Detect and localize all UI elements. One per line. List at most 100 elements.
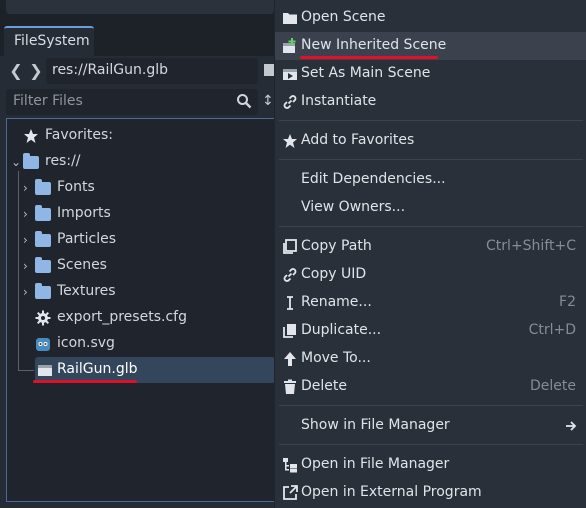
file-label: export_presets.cfg	[57, 309, 187, 325]
menu-item-set-as-main-scene[interactable]: Set As Main Scene	[275, 60, 586, 88]
star-icon	[283, 134, 297, 148]
menu-item-show-in-file-manager[interactable]: Show in File Manager	[275, 412, 586, 440]
gear-icon	[35, 310, 51, 326]
tab-filesystem[interactable]: FileSystem	[4, 26, 94, 56]
back-arrow-icon[interactable]: ❮	[8, 61, 24, 81]
play-scene-icon	[283, 69, 297, 80]
path-row: ❮ ❯ res://RailGun.glb	[0, 56, 274, 86]
trash-icon	[284, 379, 296, 394]
menu-item-label: Delete	[301, 378, 347, 394]
file-label: icon.svg	[57, 335, 115, 351]
tree-row-favorites[interactable]: Favorites:	[7, 123, 275, 149]
menu-item-label: Edit Dependencies...	[301, 171, 446, 187]
folder-shape	[35, 257, 51, 273]
menu-item-edit-dependencies[interactable]: Edit Dependencies...	[275, 166, 586, 194]
sort-icon[interactable]: ↕	[262, 91, 274, 111]
chevron-right-icon[interactable]: ›	[23, 206, 35, 222]
menu-separator	[279, 120, 583, 121]
menu-item-copy-path[interactable]: Copy Path Ctrl+Shift+C	[275, 233, 586, 261]
menu-item-label: Set As Main Scene	[301, 65, 431, 81]
split-mode-icon[interactable]	[264, 64, 274, 76]
file-tree: Favorites: ⌄ res:// › Fonts › Imports › …	[6, 118, 275, 502]
folder-shape	[35, 283, 51, 299]
menu-item-label: Open Scene	[301, 9, 386, 25]
scene-file-icon	[38, 365, 52, 376]
menu-item-label: Add to Favorites	[301, 132, 415, 148]
menu-separator	[279, 159, 583, 160]
menu-item-view-owners[interactable]: View Owners...	[275, 194, 586, 222]
menu-item-instantiate[interactable]: Instantiate	[275, 88, 586, 116]
new-inherited-scene-icon	[283, 38, 296, 53]
menu-item-shortcut: Ctrl+D	[528, 322, 576, 338]
filesystem-icon	[283, 458, 297, 473]
link-icon	[283, 95, 297, 109]
tree-row-folder[interactable]: › Scenes	[7, 253, 275, 279]
file-label: RailGun.glb	[57, 361, 138, 377]
folder-shape	[35, 205, 51, 221]
menu-item-open-in-file-manager[interactable]: Open in File Manager	[275, 451, 586, 479]
chevron-right-icon[interactable]: ›	[23, 258, 35, 274]
rename-icon	[287, 296, 293, 310]
godot-editor: FileSystem ❮ ❯ res://RailGun.glb Filter …	[0, 0, 586, 508]
menu-item-move-to[interactable]: Move To...	[275, 345, 586, 373]
filter-files-input[interactable]: Filter Files	[6, 89, 258, 115]
folder-icon	[35, 257, 51, 274]
folder-shape	[35, 231, 51, 247]
tree-row-folder[interactable]: › Fonts	[7, 175, 275, 201]
menu-item-label: Duplicate...	[301, 322, 382, 338]
tree-row-folder[interactable]: › Particles	[7, 227, 275, 253]
tree-row-root[interactable]: ⌄ res://	[7, 149, 275, 175]
dock-tab-bar: FileSystem	[0, 22, 274, 56]
chevron-right-icon[interactable]: ›	[23, 180, 35, 196]
menu-item-open-in-external-program[interactable]: Open in External Program	[275, 479, 586, 507]
link-icon	[283, 268, 297, 282]
folder-shape	[35, 179, 51, 195]
tree-row-file[interactable]: export_presets.cfg	[7, 305, 275, 331]
menu-item-shortcut: Ctrl+Shift+C	[486, 238, 576, 254]
folder-shape	[23, 153, 39, 169]
menu-item-label: Move To...	[301, 350, 371, 366]
folder-label: Imports	[57, 205, 111, 221]
menu-item-rename[interactable]: Rename... F2	[275, 289, 586, 317]
path-field[interactable]: res://RailGun.glb	[46, 58, 258, 84]
menu-item-delete[interactable]: Delete Delete	[275, 373, 586, 401]
search-icon	[237, 94, 252, 109]
menu-item-label: Copy Path	[301, 238, 372, 254]
menu-item-copy-uid[interactable]: Copy UID	[275, 261, 586, 289]
menu-item-label: Instantiate	[301, 93, 377, 109]
chevron-right-icon[interactable]: ›	[23, 232, 35, 248]
submenu-arrow-icon	[566, 421, 577, 431]
menu-item-label: Copy UID	[301, 266, 367, 282]
forward-arrow-icon[interactable]: ❯	[28, 61, 44, 81]
folder-icon	[23, 153, 39, 170]
tree-row-folder[interactable]: › Textures	[7, 279, 275, 305]
duplicate-icon	[283, 324, 296, 338]
open-scene-icon	[283, 13, 297, 24]
menu-item-open-scene[interactable]: Open Scene	[275, 4, 586, 32]
menu-separator	[279, 226, 583, 227]
tree-guide-branch	[18, 370, 34, 371]
menu-item-label: Open in File Manager	[301, 456, 450, 472]
menu-item-duplicate[interactable]: Duplicate... Ctrl+D	[275, 317, 586, 345]
favorites-label: Favorites:	[45, 127, 113, 143]
menu-item-label: New Inherited Scene	[301, 37, 447, 53]
filesystem-dock: FileSystem ❮ ❯ res://RailGun.glb Filter …	[0, 0, 275, 508]
star-icon	[24, 129, 38, 143]
external-link-icon	[283, 485, 298, 500]
annotation-underline	[300, 56, 438, 59]
menu-item-add-to-favorites[interactable]: Add to Favorites	[275, 127, 586, 155]
menu-item-label: View Owners...	[301, 199, 406, 215]
folder-label: Fonts	[57, 179, 95, 195]
tree-row-folder[interactable]: › Imports	[7, 201, 275, 227]
folder-icon	[35, 205, 51, 222]
folder-icon	[35, 283, 51, 300]
tree-row-file[interactable]: icon.svg	[7, 331, 275, 357]
menu-item-shortcut: F2	[559, 294, 576, 310]
copy-icon	[283, 239, 297, 254]
menu-item-label: Show in File Manager	[301, 417, 450, 433]
chevron-right-icon[interactable]: ›	[23, 284, 35, 300]
dock-top-strip	[0, 0, 274, 22]
folder-label: Particles	[57, 231, 117, 247]
chevron-down-icon[interactable]: ⌄	[11, 154, 23, 170]
menu-item-label: Open in External Program	[301, 484, 482, 500]
